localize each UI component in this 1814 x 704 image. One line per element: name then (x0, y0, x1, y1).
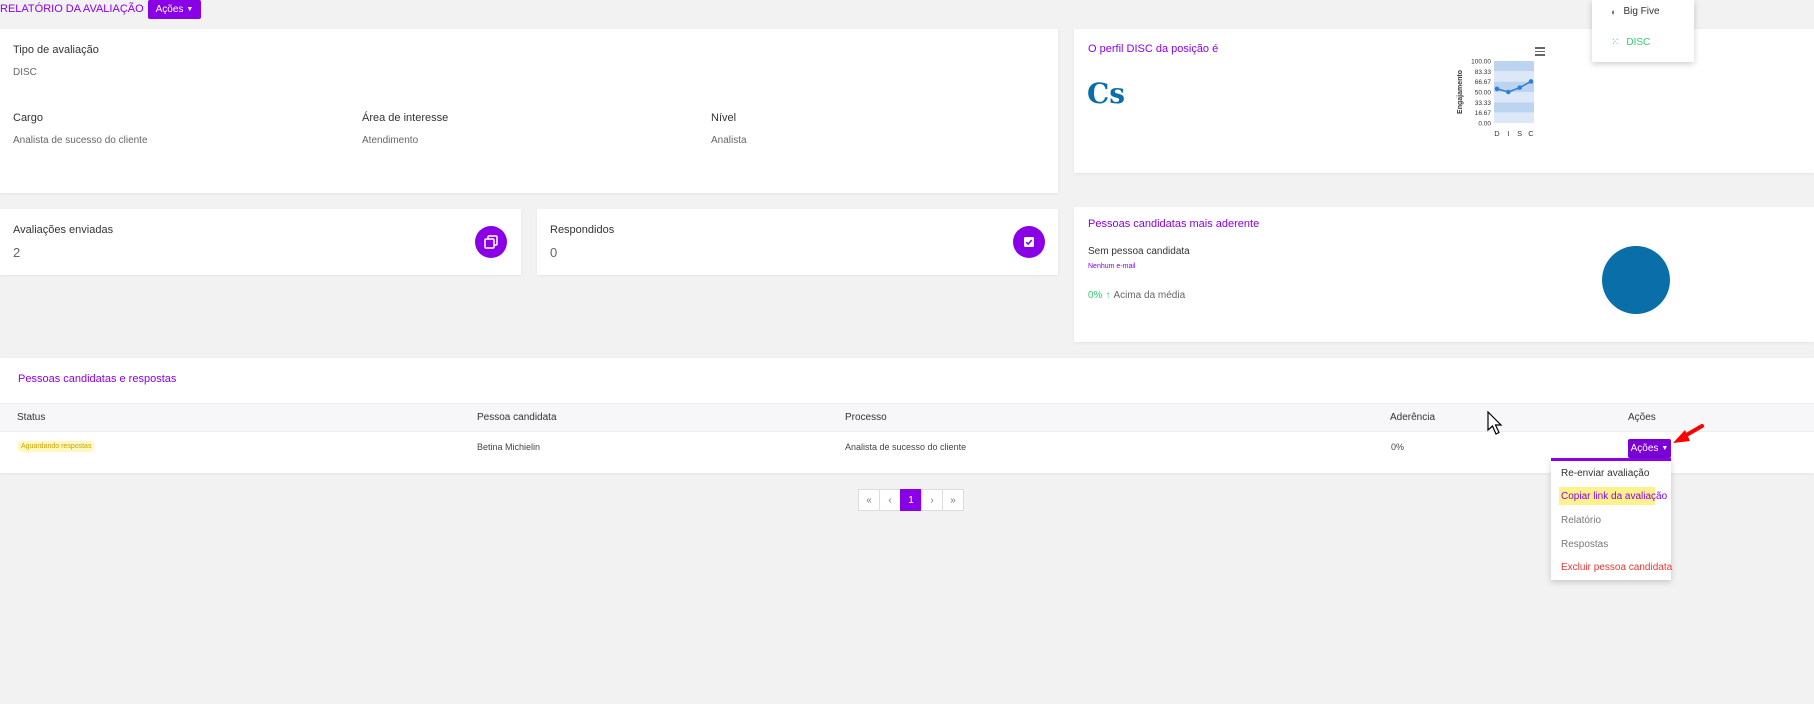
top-candidate-email: Nenhum e-mail (1088, 263, 1136, 270)
chart-band (1494, 61, 1534, 72)
row-actions-label: Ações (1630, 443, 1659, 454)
candidate-name[interactable]: Betina Michielin (477, 442, 540, 452)
check-square-icon (1013, 226, 1045, 258)
red-arrow-icon (1673, 424, 1704, 443)
chart-x-tick: C (1528, 129, 1534, 138)
copy-icon (475, 226, 507, 258)
chart-point-c (1528, 79, 1534, 84)
type-menu-label-disc: DISC (1626, 37, 1651, 48)
chart-band (1494, 112, 1534, 123)
chart-y-tick: 66.67 (1475, 79, 1492, 86)
candidate-process: Analista de sucesso do cliente (845, 442, 967, 452)
disc-card-title: O perfil DISC da posição é (1088, 43, 1219, 55)
header-status: Status (17, 412, 46, 423)
disc-chart: 100.00 83.33 66.67 50.00 33.33 16.67 0.00 Engaj… (1457, 59, 1534, 139)
pagination-next[interactable]: › (921, 489, 943, 511)
pagination-last[interactable]: » (942, 489, 964, 511)
header-actions: Ações (1628, 412, 1656, 423)
page-title: RELATÓRIO DA AVALIAÇÃO (0, 3, 144, 15)
type-menu-item-bigfive[interactable]: ◐ Big Five (1611, 6, 1660, 17)
chart-point-s (1517, 85, 1522, 90)
menu-answers[interactable]: Respostas (1561, 539, 1608, 550)
evaluation-info-card: Tipo de avaliação DISC Cargo Analista de… (0, 29, 1058, 193)
pagination-page-1[interactable]: 1 (900, 489, 922, 511)
table-header-row: Status Pessoa candidata Processo Aderênc… (0, 403, 1814, 432)
chart-band (1494, 102, 1534, 113)
chart-point-d (1494, 86, 1500, 92)
header-actions-button[interactable]: Ações ▼ (148, 0, 201, 19)
chart-y-tick: 33.33 (1475, 100, 1492, 107)
disc-profile-card: O perfil DISC da posição é Cs 100.00 83.3… (1074, 29, 1814, 173)
disc-icon: ⁙ (1611, 37, 1620, 48)
adherence-comparison-text: Acima da média (1113, 290, 1186, 301)
adherence-percent: 0% (1088, 290, 1103, 301)
top-candidate-name: Sem pessoa candidata (1088, 246, 1190, 257)
chart-y-tick: 83.33 (1475, 69, 1492, 76)
type-menu: ◐ Big Five ⁙ DISC (1592, 0, 1694, 62)
table-row: Aguardando respostas Betina Michielin An… (0, 433, 1814, 468)
pagination: « ‹ 1 › » (858, 489, 964, 511)
pagination-prev[interactable]: ‹ (879, 489, 901, 511)
menu-report[interactable]: Relatório (1561, 515, 1601, 526)
row-actions-button[interactable]: Ações ▼ (1628, 439, 1671, 458)
answered-card: Respondidos 0 (537, 209, 1058, 275)
answered-label: Respondidos (550, 224, 615, 236)
brain-icon: ◐ (1611, 6, 1617, 17)
nivel-value: Analista (711, 135, 747, 146)
adherence-pie (1602, 246, 1670, 314)
area-value: Atendimento (362, 135, 419, 146)
candidates-table-card: Pessoas candidatas e respostas Status Pe… (0, 358, 1814, 473)
chart-y-tick: 0.00 (1478, 121, 1491, 128)
chart-x-tick: D (1494, 129, 1500, 138)
type-menu-label-bigfive: Big Five (1623, 6, 1660, 17)
candidate-adherence: 0% (1391, 442, 1405, 452)
top-candidates-title: Pessoas candidatas mais aderente (1088, 218, 1260, 230)
header-candidate: Pessoa candidata (477, 412, 557, 423)
chart-band (1494, 71, 1534, 82)
header-actions-label: Ações (155, 4, 184, 15)
adherence-comparison: 0% ↑ Acima da média (1088, 290, 1185, 301)
menu-resend-evaluation[interactable]: Re-enviar avaliação (1561, 468, 1649, 479)
chart-band (1494, 92, 1534, 103)
answered-value: 0 (550, 245, 558, 260)
status-badge: Aguardando respostas (18, 441, 95, 452)
chart-x-tick: I (1507, 129, 1509, 138)
candidates-table-title: Pessoas candidatas e respostas (18, 373, 177, 385)
type-menu-item-disc[interactable]: ⁙ DISC (1611, 37, 1650, 48)
top-candidates-card: Pessoas candidatas mais aderente Sem pes… (1074, 207, 1814, 342)
disc-profile-value: Cs (1087, 77, 1126, 110)
menu-delete-candidate[interactable]: Excluir pessoa candidata (1561, 562, 1672, 573)
menu-copy-link[interactable]: Copiar link da avaliação (1561, 491, 1667, 502)
sent-label: Avaliações enviadas (13, 224, 114, 236)
chart-y-tick: 50.00 (1475, 90, 1492, 97)
cargo-value: Analista de sucesso do cliente (13, 135, 148, 146)
chart-y-tick: 16.67 (1475, 110, 1492, 117)
tipo-value: DISC (13, 67, 37, 78)
chevron-down-icon: ▼ (1661, 445, 1669, 452)
mouse-cursor-icon (1487, 411, 1503, 435)
chart-y-label: Engajamento (1457, 70, 1464, 114)
chart-y-tick: 100.00 (1471, 59, 1491, 66)
chart-x-tick: S (1517, 129, 1522, 138)
sent-evaluations-card: Avaliações enviadas 2 (0, 209, 521, 275)
nivel-label: Nível (711, 112, 737, 124)
chevron-down-icon: ▼ (186, 6, 194, 13)
chart-point-i (1506, 89, 1511, 95)
arrow-up-icon: ↑ (1105, 290, 1111, 301)
pagination-first[interactable]: « (858, 489, 880, 511)
area-label: Área de interesse (362, 112, 449, 124)
tipo-label: Tipo de avaliação (13, 44, 99, 56)
cargo-label: Cargo (13, 112, 43, 124)
header-process: Processo (845, 412, 887, 423)
header-adherence: Aderência (1390, 412, 1436, 423)
sent-value: 2 (13, 245, 21, 260)
